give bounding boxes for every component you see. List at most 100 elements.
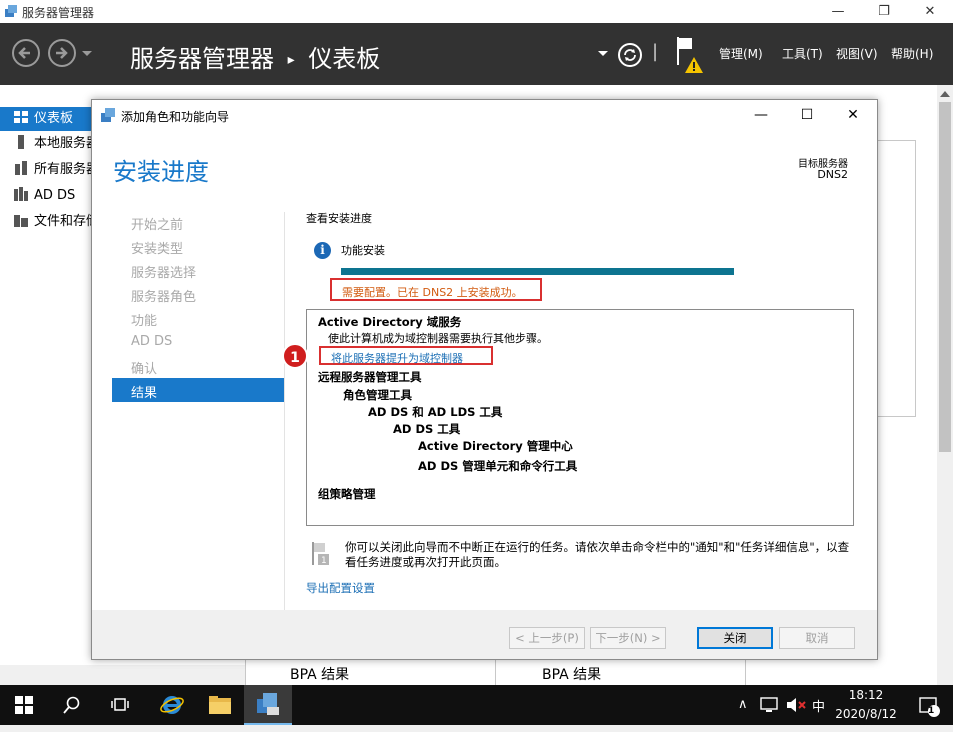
step-before-you-begin: 开始之前 (131, 218, 184, 233)
sidebar-item-label: 所有服务器 (34, 162, 92, 177)
status-highlight: 需要配置。已在 DNS2 上安装成功。 (330, 278, 542, 301)
result-ad-admin-center: Active Directory 管理中心 (418, 439, 573, 453)
menu-tools[interactable]: 工具(T) (782, 45, 823, 62)
callout-badge: 1 (282, 343, 308, 369)
wizard-icon (101, 108, 115, 122)
dialog-maximize-button[interactable]: ☐ (784, 100, 830, 130)
sidebar-item-ad-ds[interactable]: AD DS (0, 184, 92, 208)
server-manager-icon (257, 693, 279, 715)
divider (495, 660, 496, 687)
result-role-tools: 角色管理工具 (343, 388, 412, 402)
menu-manage[interactable]: 管理(M) (719, 45, 763, 62)
task-view-icon (111, 698, 129, 711)
server-icon (18, 135, 24, 149)
result-adds-adlds: AD DS 和 AD LDS 工具 (368, 405, 503, 419)
dialog-footer: < 上一步(P) 下一步(N) > 关闭 取消 (92, 610, 877, 659)
refresh-dropdown-icon[interactable] (598, 50, 608, 58)
previous-button[interactable]: < 上一步(P) (509, 627, 585, 649)
next-button[interactable]: 下一步(N) > (590, 627, 666, 649)
back-button[interactable] (12, 39, 40, 67)
forward-button[interactable] (48, 39, 76, 67)
step-ad-ds: AD DS (131, 334, 173, 349)
notification-count: 1 (928, 706, 935, 716)
bpa-results-label[interactable]: BPA 结果 (290, 664, 349, 684)
breadcrumb-root[interactable]: 服务器管理器 (130, 45, 274, 73)
internet-explorer-button[interactable] (148, 685, 196, 725)
restore-button[interactable]: ❐ (861, 0, 907, 23)
export-settings-link[interactable]: 导出配置设置 (306, 580, 375, 596)
search-button[interactable] (48, 685, 96, 725)
volume-muted-icon[interactable] (786, 696, 806, 714)
dialog-title: 添加角色和功能向导 (121, 110, 230, 124)
internet-explorer-icon (160, 696, 184, 714)
server-manager-taskbar-button[interactable] (244, 685, 292, 725)
page-title: 安装进度 (113, 158, 209, 186)
folder-icon (209, 696, 231, 714)
info-icon: i (314, 242, 331, 259)
search-icon (63, 696, 80, 714)
steps-divider (284, 212, 285, 610)
minimize-button[interactable]: — (815, 0, 861, 23)
step-install-type: 安装类型 (131, 242, 184, 257)
menu-view[interactable]: 视图(V) (836, 45, 878, 62)
clock-date[interactable]: 2020/8/12 (826, 707, 906, 721)
storage-icon (14, 215, 28, 227)
breadcrumb-separator: ▸ (287, 52, 295, 68)
network-icon[interactable] (760, 696, 780, 714)
svg-text:1: 1 (321, 556, 327, 566)
sidebar-item-label: 文件和存储服务 (34, 214, 92, 229)
arrow-right-icon (56, 47, 68, 59)
sidebar-item-dashboard[interactable]: 仪表板 (0, 107, 92, 131)
task-view-button[interactable] (96, 685, 144, 725)
cancel-button[interactable]: 取消 (779, 627, 855, 649)
server-manager-header: 服务器管理器 ▸ 仪表板 | 管理(M) 工具(T) 视图(V) 帮助(H) (0, 23, 953, 85)
close-dialog-button[interactable]: 关闭 (697, 627, 773, 649)
file-explorer-button[interactable] (196, 685, 244, 725)
clock-time[interactable]: 18:12 (836, 688, 896, 702)
start-button[interactable] (0, 685, 48, 725)
step-results-label: 结果 (131, 386, 158, 401)
sidebar-item-local-server[interactable]: 本地服务器 (0, 132, 92, 156)
dialog-close-button[interactable]: ✕ (830, 100, 876, 130)
view-progress-label: 查看安装进度 (306, 212, 372, 225)
progress-fill (341, 268, 734, 275)
windows-logo-icon (15, 696, 33, 714)
breadcrumb: 服务器管理器 ▸ 仪表板 (130, 39, 380, 74)
sidebar-item-file-storage[interactable]: 文件和存储服务 (0, 210, 92, 234)
refresh-icon[interactable] (617, 42, 643, 68)
ime-indicator[interactable]: 中 (812, 696, 825, 715)
close-button[interactable]: ✕ (907, 0, 953, 23)
scrollbar-thumb[interactable] (939, 102, 951, 452)
results-panel: Active Directory 域服务 使此计算机成为域控制器需要执行其他步骤… (282, 309, 854, 526)
step-results[interactable]: 结果 (112, 378, 284, 402)
bpa-results-label[interactable]: BPA 结果 (542, 664, 601, 684)
scroll-up-icon[interactable] (940, 91, 950, 97)
dialog-minimize-button[interactable]: — (738, 100, 784, 130)
step-features: 功能 (131, 314, 158, 329)
install-status-text: 需要配置。已在 DNS2 上安装成功。 (342, 286, 523, 299)
vertical-scrollbar[interactable] (937, 85, 953, 665)
result-gpm: 组策略管理 (318, 487, 376, 501)
promote-highlight: 将此服务器提升为域控制器 (319, 346, 493, 365)
result-rsat: 远程服务器管理工具 (318, 370, 422, 384)
header-separator: | (652, 41, 659, 62)
promote-dc-link[interactable]: 将此服务器提升为域控制器 (331, 350, 463, 366)
servers-icon (15, 161, 27, 175)
tray-expand-icon[interactable]: ∧ (738, 697, 748, 712)
sidebar-item-label: 本地服务器 (34, 136, 92, 151)
step-confirmation: 确认 (131, 362, 158, 377)
breadcrumb-page: 仪表板 (308, 45, 381, 73)
sidebar: 仪表板 本地服务器 所有服务器 AD DS 文件和存储服务 (0, 85, 92, 665)
menu-help[interactable]: 帮助(H) (891, 45, 933, 62)
step-server-selection: 服务器选择 (131, 266, 197, 281)
arrow-left-icon (18, 47, 30, 59)
result-adds-snapins: AD DS 管理单元和命令行工具 (418, 459, 578, 473)
ad-icon (14, 187, 28, 201)
add-roles-wizard-dialog: 添加角色和功能向导 — ☐ ✕ 安装进度 目标服务器 DNS2 开始之前 安装类… (91, 99, 878, 660)
result-ad-desc: 使此计算机成为域控制器需要执行其他步骤。 (328, 332, 548, 345)
notification-flag-icon[interactable] (676, 35, 706, 75)
target-server-value: DNS2 (817, 168, 848, 181)
sidebar-item-all-servers[interactable]: 所有服务器 (0, 158, 92, 182)
chevron-down-icon[interactable] (82, 50, 92, 58)
result-ad-title: Active Directory 域服务 (318, 315, 462, 329)
